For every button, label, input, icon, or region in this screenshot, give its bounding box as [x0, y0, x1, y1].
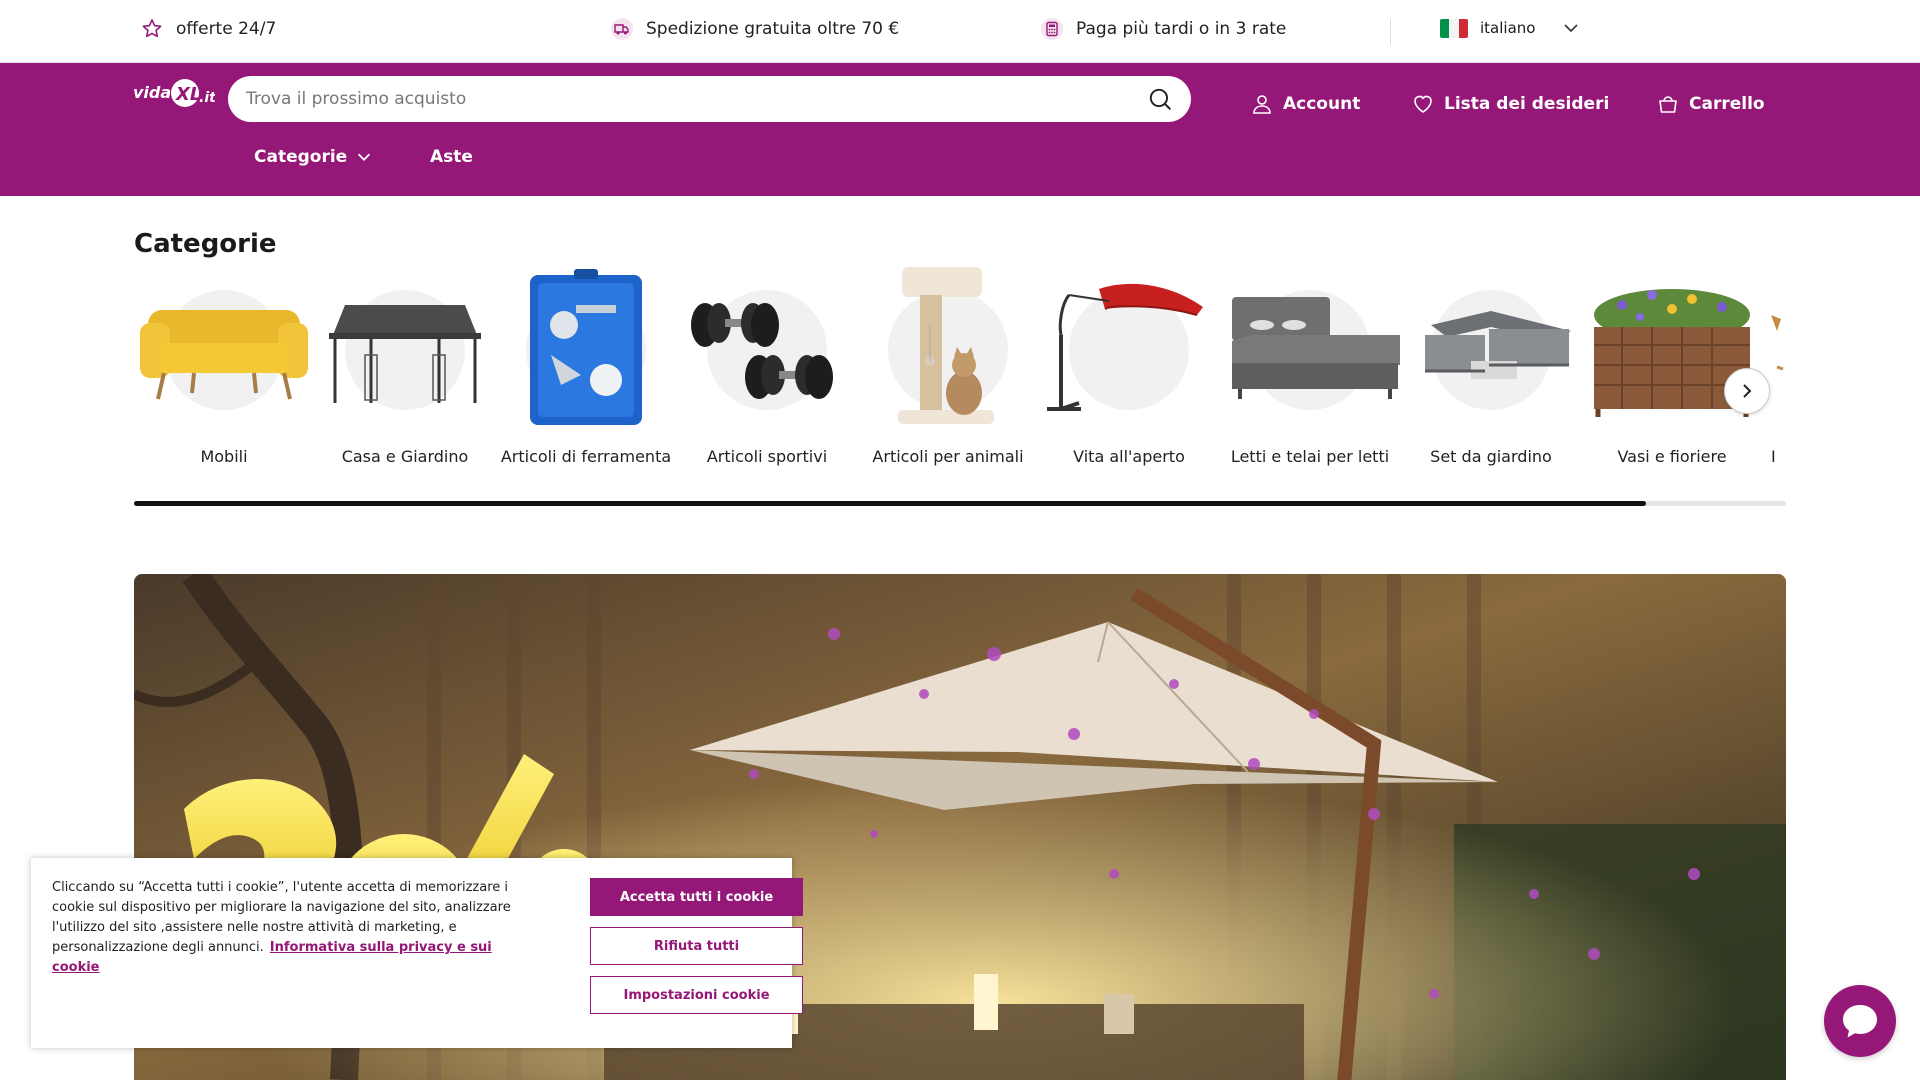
category-label: Letti e telai per letti	[1230, 447, 1390, 466]
account-label: Account	[1283, 94, 1361, 114]
account-link[interactable]: Account	[1250, 92, 1360, 116]
language-selector[interactable]: italiano	[1440, 18, 1581, 38]
nav-categories[interactable]: Categorie	[254, 147, 373, 167]
language-label: italiano	[1480, 19, 1536, 37]
svg-text:vida: vida	[133, 83, 171, 102]
sofa-icon	[140, 310, 308, 400]
cookie-text-block: Cliccando su “Accetta tutti i cookie”, l…	[52, 878, 527, 978]
star-icon	[142, 19, 162, 38]
cart-link[interactable]: Carrello	[1656, 92, 1765, 116]
divider	[1390, 19, 1391, 45]
chevron-down-icon	[1564, 24, 1579, 33]
delivery-truck-icon	[611, 18, 633, 40]
category-card-outdoor[interactable]: Vita all'aperto	[1039, 265, 1219, 469]
category-label: Articoli di ferramenta	[500, 447, 672, 466]
usp-payment: Paga più tardi o in 3 rate	[1040, 17, 1286, 41]
partial-item-icon	[1771, 315, 1784, 371]
chevron-down-icon	[358, 153, 371, 161]
italy-flag-icon	[1440, 18, 1468, 38]
parasol-icon	[1047, 283, 1203, 411]
carousel-scrollbar-thumb[interactable]	[134, 501, 1646, 506]
categories-title: Categorie	[134, 229, 277, 259]
heart-icon	[1414, 95, 1432, 113]
cookie-settings-button[interactable]: Impostazioni cookie	[590, 976, 803, 1014]
search-bar	[228, 76, 1191, 122]
svg-text:.it: .it	[199, 90, 215, 106]
gazebo-icon	[329, 305, 481, 403]
category-label: Vasi e fioriere	[1617, 447, 1727, 466]
category-label: Vita all'aperto	[1073, 447, 1185, 466]
category-card-furniture[interactable]: Mobili	[134, 265, 314, 469]
category-label: Casa e Giardino	[341, 447, 469, 466]
cookie-consent-banner: Cliccando su “Accetta tutti i cookie”, l…	[31, 858, 803, 1048]
reject-all-cookies-button[interactable]: Rifiuta tutti	[590, 927, 803, 965]
category-label: Set da giardino	[1430, 447, 1552, 466]
cat-tree-icon	[898, 267, 994, 424]
garden-set-icon	[1425, 311, 1571, 379]
logo-icon: vida XL .it	[133, 79, 217, 107]
usp-shipping: Spedizione gratuita oltre 70 €	[610, 17, 899, 41]
carousel-next-button[interactable]	[1724, 368, 1770, 414]
usp-offers-text: offerte 24/7	[176, 19, 277, 39]
category-card-home-garden[interactable]: Casa e Giardino	[315, 265, 495, 469]
wishlist-link[interactable]: Lista dei desideri	[1411, 92, 1609, 116]
usp-offers: offerte 24/7	[140, 17, 276, 41]
nav-auctions[interactable]: Aste	[430, 147, 473, 167]
svg-text:XL: XL	[175, 84, 201, 105]
chat-button[interactable]	[1824, 985, 1896, 1057]
accept-all-cookies-button[interactable]: Accetta tutti i cookie	[590, 878, 803, 916]
category-card-planters[interactable]: Vasi e fioriere	[1582, 265, 1762, 469]
dumbbells-icon	[691, 303, 833, 399]
spray-gun-kit-icon	[530, 269, 642, 425]
usp-payment-text: Paga più tardi o in 3 rate	[1076, 19, 1287, 39]
chevron-right-icon	[1743, 384, 1752, 398]
top-usp-bar: offerte 24/7 Spedizione gratuita oltre 7…	[0, 0, 1920, 63]
nav-categories-label: Categorie	[254, 147, 348, 167]
vidaxl-logo[interactable]: vida XL .it	[133, 76, 217, 110]
nav-auctions-label: Aste	[430, 147, 473, 167]
category-card-partial[interactable]: I	[1763, 265, 1786, 469]
carousel-scrollbar[interactable]	[134, 501, 1786, 506]
search-input[interactable]	[228, 76, 1147, 122]
category-label: Articoli sportivi	[706, 447, 828, 466]
wishlist-label: Lista dei desideri	[1444, 94, 1610, 114]
category-label: I	[1771, 447, 1776, 466]
category-card-beds[interactable]: Letti e telai per letti	[1220, 265, 1400, 469]
categories-carousel: Mobili Casa e Giardino Articoli di ferra…	[134, 265, 1786, 495]
cart-label: Carrello	[1689, 94, 1765, 114]
basket-icon	[1659, 96, 1677, 113]
usp-shipping-text: Spedizione gratuita oltre 70 €	[646, 19, 900, 39]
search-icon[interactable]	[1147, 86, 1173, 112]
category-card-pets[interactable]: Articoli per animali	[858, 265, 1038, 469]
user-icon	[1253, 95, 1271, 114]
category-card-sports[interactable]: Articoli sportivi	[677, 265, 857, 469]
category-card-hardware[interactable]: Articoli di ferramenta	[496, 265, 676, 469]
category-card-garden-set[interactable]: Set da giardino	[1401, 265, 1581, 469]
chat-bubble-icon	[1843, 1005, 1877, 1038]
category-label: Articoli per animali	[872, 447, 1024, 466]
category-label: Mobili	[200, 447, 248, 466]
calculator-icon	[1041, 18, 1063, 40]
bed-icon	[1232, 297, 1400, 399]
